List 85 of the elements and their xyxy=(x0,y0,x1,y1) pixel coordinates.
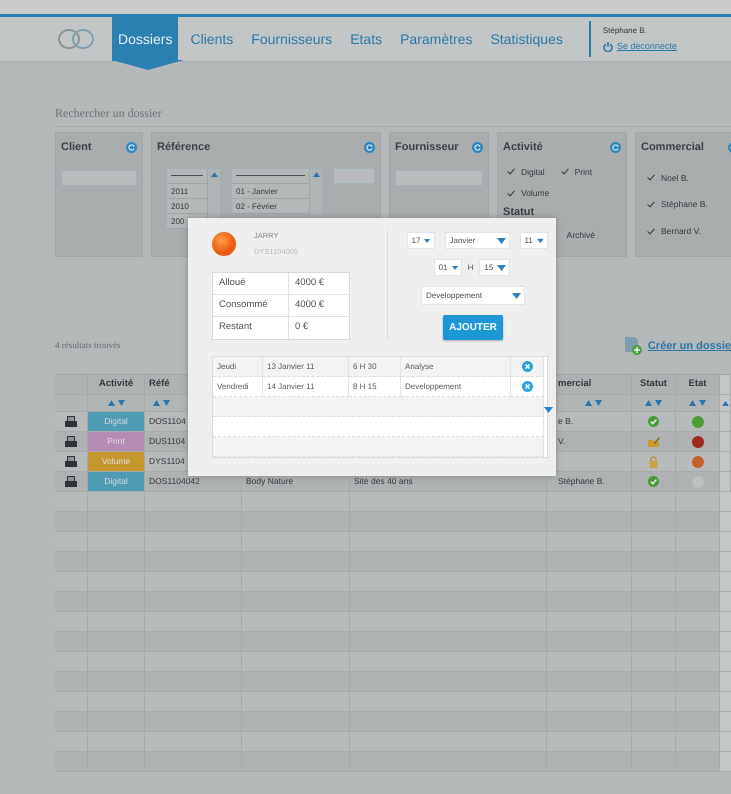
checkbox-option[interactable]: Noel B. xyxy=(647,172,731,184)
sort-icon[interactable] xyxy=(108,400,124,406)
caret-icon xyxy=(497,264,506,270)
status-title: Statut xyxy=(503,205,534,220)
checkbox-option[interactable]: Bernard V. xyxy=(647,225,731,238)
remove-icon[interactable] xyxy=(522,381,532,392)
checkbox-option[interactable]: Print xyxy=(560,166,592,178)
user-name: Stéphane B. xyxy=(602,24,648,37)
power-icon xyxy=(602,42,613,52)
checkbox[interactable] xyxy=(560,167,570,176)
tray-icon[interactable] xyxy=(65,456,77,467)
panel-title: Référence xyxy=(157,140,210,155)
list-cell: Jeudi xyxy=(213,357,263,377)
section-title: Rechercher un dossier xyxy=(55,104,731,127)
activity-tag: Digital xyxy=(88,472,144,491)
nav-tab[interactable]: Paramètres xyxy=(394,17,478,61)
checkbox-option[interactable]: Digital xyxy=(507,166,545,178)
nav-tab[interactable]: Statistiques xyxy=(484,17,569,61)
caret-icon xyxy=(452,264,458,270)
nav-tab[interactable]: Etats xyxy=(344,17,388,61)
budget-label: Consommé xyxy=(213,294,289,316)
caret-icon xyxy=(512,292,521,298)
column-header[interactable]: Statut xyxy=(632,375,676,395)
hour-select[interactable]: 01 xyxy=(434,259,462,276)
budget-value: 0 € xyxy=(294,320,308,334)
sort-icon[interactable] xyxy=(645,400,662,406)
month-select[interactable]: Janvier xyxy=(444,232,510,249)
budget-label: Alloué xyxy=(213,272,289,294)
new-document-icon xyxy=(624,337,642,355)
activity-tag: Digital xyxy=(88,412,144,431)
refresh-icon[interactable] xyxy=(126,142,137,153)
logout-link[interactable]: Se deconnecte xyxy=(602,40,677,54)
activity-select[interactable]: Developpement xyxy=(421,286,525,305)
list-cell: 6 H 30 xyxy=(349,357,401,377)
checkbox-option[interactable]: Volume xyxy=(507,187,550,200)
tray-icon[interactable] xyxy=(65,436,77,447)
checkbox[interactable] xyxy=(647,173,656,182)
sort-icon[interactable] xyxy=(585,400,602,406)
scroll-up-icon[interactable] xyxy=(210,172,218,176)
year-select[interactable]: 11 xyxy=(520,232,548,249)
month-list[interactable]: 01 - Janvier 02 - Février xyxy=(231,168,323,214)
activity-tag: Print xyxy=(88,432,144,451)
refresh-icon[interactable] xyxy=(364,142,375,153)
add-button[interactable]: AJOUTER xyxy=(443,315,503,340)
tray-icon[interactable] xyxy=(65,416,77,427)
tray-icon[interactable] xyxy=(65,476,77,487)
budget-value: 4000 € xyxy=(294,298,324,312)
checkbox[interactable] xyxy=(647,226,656,236)
logo-icon xyxy=(55,27,97,51)
scroll-up-icon[interactable] xyxy=(312,172,320,176)
nav-tab[interactable]: Clients xyxy=(184,17,240,61)
panel-title: Commercial xyxy=(641,140,704,155)
remove-icon[interactable] xyxy=(522,361,532,372)
checkbox-option[interactable]: Stéphane B. xyxy=(647,198,731,211)
checkbox-label: Archivé xyxy=(566,228,595,242)
checkbox[interactable] xyxy=(647,200,656,210)
budget-value: 4000 € xyxy=(294,276,324,290)
panel-title: Client xyxy=(61,140,92,155)
dot-icon xyxy=(212,232,236,256)
column-header[interactable]: Etat xyxy=(676,375,720,395)
time-separator: H xyxy=(468,262,474,274)
scroll-up-icon[interactable] xyxy=(722,400,728,406)
checkbox[interactable] xyxy=(507,189,516,198)
table-cell: Stéphane B. xyxy=(547,472,632,492)
nav-tab[interactable]: Fournisseurs xyxy=(245,17,338,61)
panel-title: Activité xyxy=(503,140,543,155)
nav-tab[interactable]: Dossiers xyxy=(112,17,178,61)
refresh-icon[interactable] xyxy=(610,142,621,153)
sort-icon[interactable] xyxy=(153,400,170,406)
refresh-icon[interactable] xyxy=(472,142,483,153)
caret-icon xyxy=(536,238,544,244)
budget-label: Restant xyxy=(213,316,289,338)
scroll-down-icon[interactable] xyxy=(544,407,553,413)
list-cell: Analyse xyxy=(401,357,511,377)
minute-select[interactable]: 15 xyxy=(479,259,510,276)
sort-icon[interactable] xyxy=(689,400,706,406)
list-cell: 13 Janvier 11 xyxy=(263,357,349,377)
activity-tag: Volume xyxy=(88,452,144,471)
checkbox[interactable] xyxy=(507,167,516,176)
results-count: 4 résultats trouvés xyxy=(55,339,120,352)
day-select[interactable]: 17 xyxy=(406,232,434,249)
caret-icon xyxy=(496,238,506,244)
panel-title: Fournisseur xyxy=(395,140,459,155)
column-header[interactable]: Activité xyxy=(88,375,145,395)
caret-icon xyxy=(424,238,430,244)
